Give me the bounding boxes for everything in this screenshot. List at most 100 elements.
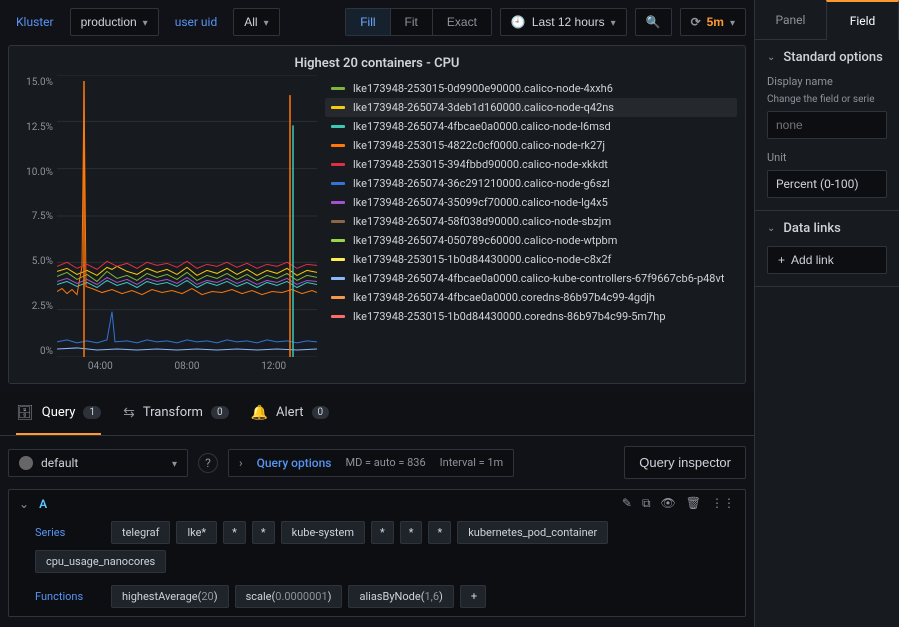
edit-query-icon[interactable]: ✎ [622, 496, 632, 511]
alert-count-badge: 0 [312, 406, 330, 419]
drag-handle-icon[interactable]: ⋮⋮ [711, 496, 735, 511]
query-options[interactable]: › Query options MD = auto = 836 Interval… [228, 449, 514, 477]
legend-swatch [331, 125, 345, 128]
fit-mode-exact[interactable]: Exact [432, 9, 491, 35]
duplicate-query-icon[interactable]: ⧉ [642, 496, 651, 511]
panel-title: Highest 20 containers - CPU [9, 46, 745, 75]
series-segment[interactable]: kubernetes_pod_container [457, 521, 608, 544]
legend-swatch [331, 277, 345, 280]
side-tab-field[interactable]: Field [826, 0, 899, 40]
legend-label: lke173948-265074-4fbcae0a0000.coredns-86… [353, 291, 655, 304]
legend-label: lke173948-265074-4fbcae0a0000.calico-nod… [353, 120, 611, 133]
chevron-down-icon [611, 15, 616, 29]
delete-query-icon[interactable]: 🗑 [686, 496, 701, 511]
legend-item[interactable]: lke173948-265074-3deb1d160000.calico-nod… [325, 98, 737, 117]
series-segment[interactable]: lke* [176, 521, 217, 544]
chart[interactable]: 15.0% 12.5% 10.0% 7.5% 5.0% 2.5% 0% [17, 75, 317, 375]
query-options-bar: default ? › Query options MD = auto = 83… [0, 436, 754, 489]
legend: lke173948-253015-0d9900e90000.calico-nod… [325, 75, 737, 375]
datasource-help-icon[interactable]: ? [198, 453, 218, 473]
series-segment[interactable]: * [371, 521, 394, 544]
legend-item[interactable]: lke173948-265074-050789c60000.calico-nod… [325, 231, 737, 250]
series-segment[interactable]: telegraf [111, 521, 170, 544]
legend-swatch [331, 258, 345, 261]
unit-select[interactable]: Percent (0-100) [767, 170, 887, 198]
top-toolbar: Kluster production user uid All Fill Fit… [0, 0, 754, 45]
series-segment[interactable]: * [252, 521, 275, 544]
function-segment[interactable]: highestAverage(20) [111, 585, 229, 608]
section-data-links[interactable]: ⌄ Data links [755, 211, 899, 246]
series-segment[interactable]: kube-system [281, 521, 365, 544]
plot-area[interactable] [57, 75, 317, 357]
legend-swatch [331, 106, 345, 109]
query-count-badge: 1 [83, 406, 101, 419]
legend-swatch [331, 296, 345, 299]
var-user-uid-value[interactable]: All [233, 8, 279, 36]
tab-query[interactable]: 🗄 Query 1 [16, 392, 101, 435]
var-kluster-label[interactable]: Kluster [8, 9, 62, 35]
legend-label: lke173948-253015-4822c0cf0000.calico-nod… [353, 139, 605, 152]
series-segment[interactable]: * [400, 521, 423, 544]
query-row-a: ⌄ A ✎ ⧉ 👁 🗑 ⋮⋮ Series telegraflke***kube… [8, 489, 746, 617]
legend-label: lke173948-253015-0d9900e90000.calico-nod… [353, 82, 613, 95]
zoom-out-button[interactable]: 🔍 [635, 8, 672, 36]
time-range-picker[interactable]: 🕘 Last 12 hours [500, 8, 627, 36]
tab-transform[interactable]: ⇆ Transform 0 [123, 392, 229, 435]
legend-item[interactable]: lke173948-253015-0d9900e90000.calico-nod… [325, 79, 737, 98]
query-interval-text: Interval = 1m [440, 456, 504, 469]
legend-swatch [331, 163, 345, 166]
legend-label: lke173948-265074-3deb1d160000.calico-nod… [353, 101, 614, 114]
toggle-query-icon[interactable]: 👁 [661, 496, 676, 511]
legend-item[interactable]: lke173948-253015-1b0d84430000.calico-nod… [325, 250, 737, 269]
legend-item[interactable]: lke173948-265074-58f038d90000.calico-nod… [325, 212, 737, 231]
display-name-help: Change the field or serie [767, 94, 887, 105]
var-user-uid-label[interactable]: user uid [167, 9, 226, 35]
legend-label: lke173948-265074-58f038d90000.calico-nod… [353, 215, 611, 228]
display-name-input[interactable] [767, 111, 887, 139]
chevron-down-icon: ⌄ [767, 223, 775, 234]
series-label: Series [35, 526, 105, 539]
chevron-down-icon [172, 456, 177, 470]
legend-swatch [331, 201, 345, 204]
function-segment[interactable]: scale(0.0000001) [235, 585, 343, 608]
legend-item[interactable]: lke173948-253015-394fbbd90000.calico-nod… [325, 155, 737, 174]
query-ref-id[interactable]: A [39, 497, 47, 511]
legend-swatch [331, 239, 345, 242]
chart-panel: Highest 20 containers - CPU 15.0% 12.5% … [8, 45, 746, 384]
query-md-text: MD = auto = 836 [345, 456, 425, 469]
var-kluster-value[interactable]: production [70, 8, 159, 36]
series-segment[interactable]: * [223, 521, 246, 544]
legend-item[interactable]: lke173948-265074-4fbcae0a0000.calico-kub… [325, 269, 737, 288]
legend-label: lke173948-253015-394fbbd90000.calico-nod… [353, 158, 608, 171]
legend-swatch [331, 87, 345, 90]
series-segment[interactable]: cpu_usage_nanocores [35, 550, 166, 573]
refresh-button[interactable]: ⟳ 5m [680, 8, 746, 36]
fit-mode-fit[interactable]: Fit [390, 9, 432, 35]
refresh-icon: ⟳ [691, 15, 701, 29]
legend-item[interactable]: lke173948-253015-1b0d84430000.coredns-86… [325, 307, 737, 326]
legend-label: lke173948-265074-36c291210000.calico-nod… [353, 177, 610, 190]
chevron-down-icon [730, 15, 735, 29]
legend-item[interactable]: lke173948-265074-36c291210000.calico-nod… [325, 174, 737, 193]
datasource-select[interactable]: default [8, 449, 188, 477]
legend-item[interactable]: lke173948-265074-4fbcae0a0000.coredns-86… [325, 288, 737, 307]
functions-label: Functions [35, 590, 105, 603]
query-inspector-button[interactable]: Query inspector [624, 446, 746, 479]
tab-alert[interactable]: 🔔 Alert 0 [251, 392, 330, 435]
fit-mode-fill[interactable]: Fill [346, 9, 389, 35]
legend-item[interactable]: lke173948-265074-4fbcae0a0000.calico-nod… [325, 117, 737, 136]
side-tab-panel[interactable]: Panel [755, 0, 826, 40]
x-axis: 04:00 08:00 12:00 [57, 357, 317, 375]
chevron-down-icon [264, 15, 269, 29]
legend-label: lke173948-253015-1b0d84430000.coredns-86… [353, 310, 666, 323]
add-link-button[interactable]: + Add link [767, 246, 887, 274]
series-segment[interactable]: * [428, 521, 451, 544]
function-segment[interactable]: aliasByNode(1,6) [348, 585, 453, 608]
section-standard-options[interactable]: ⌄ Standard options [755, 40, 899, 75]
legend-item[interactable]: lke173948-265074-35099cf70000.calico-nod… [325, 193, 737, 212]
legend-item[interactable]: lke173948-253015-4822c0cf0000.calico-nod… [325, 136, 737, 155]
collapse-query-icon[interactable]: ⌄ [19, 497, 29, 511]
add-function-button[interactable]: + [460, 585, 486, 608]
chevron-right-icon: › [239, 456, 243, 470]
zoom-out-icon: 🔍 [646, 15, 661, 29]
